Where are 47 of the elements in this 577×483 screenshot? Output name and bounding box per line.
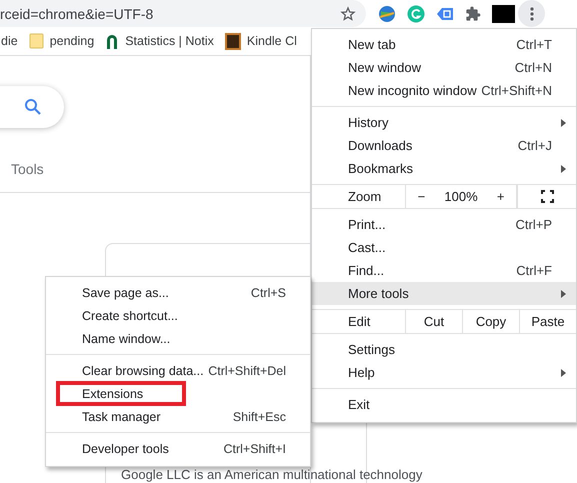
edit-button[interactable]: Paste	[519, 310, 576, 333]
submenu-item[interactable]: Create shortcut...	[46, 304, 310, 327]
menu-item[interactable]: Find... Ctrl+F	[312, 259, 576, 282]
edit-button[interactable]: Copy	[462, 310, 519, 333]
address-bar[interactable]: rceid=chrome&ie=UTF-8	[0, 0, 366, 27]
submenu-item[interactable]: Developer tools Ctrl+Shift+I	[46, 437, 310, 460]
bookmark[interactable]: die	[1, 34, 18, 48]
edit-button[interactable]: Cut	[405, 310, 462, 333]
tag-icon[interactable]	[436, 6, 454, 22]
zoom-label: Zoom	[347, 188, 382, 206]
submenu-item[interactable]: Clear browsing data... Ctrl+Shift+Del	[46, 359, 310, 382]
zoom-level: 100%	[444, 189, 478, 204]
zoom-in-button[interactable]: +	[492, 189, 508, 204]
book-tile-icon	[224, 32, 241, 50]
search-icon[interactable]	[24, 98, 42, 116]
edit-label: Edit	[347, 313, 372, 331]
submenu-item[interactable]: Save page as... Ctrl+S	[46, 281, 310, 304]
fullscreen-icon[interactable]	[540, 190, 554, 203]
menu-item[interactable]: Help	[312, 361, 576, 384]
menu-item[interactable]: New incognito window Ctrl+Shift+N	[312, 79, 576, 102]
menu-item[interactable]: Print... Ctrl+P	[312, 213, 576, 236]
result-snippet: Google LLC is an American multinational technology	[121, 467, 422, 482]
submenu-item[interactable]: Name window...	[46, 327, 310, 350]
submenu-item[interactable]: Task manager Shift+Esc	[46, 405, 310, 428]
bookmark[interactable]: Kindle Cl	[224, 32, 297, 50]
bookmark[interactable]: Statistics | Notix	[105, 32, 214, 50]
submenu-item[interactable]: Extensions	[58, 383, 184, 404]
puzzle-icon[interactable]	[465, 6, 481, 22]
tools-link[interactable]: Tools	[11, 161, 44, 177]
bookmark[interactable]: pending	[28, 33, 94, 49]
kebab-icon	[530, 6, 534, 20]
star-icon[interactable]	[340, 6, 356, 22]
zoom-out-button[interactable]: −	[414, 189, 430, 204]
menu-item[interactable]: Bookmarks	[312, 157, 576, 180]
globe-icon[interactable]	[378, 4, 396, 22]
menu-item[interactable]: Exit	[312, 393, 576, 416]
menu-item[interactable]: Cast...	[312, 236, 576, 259]
menu-item[interactable]: Settings	[312, 338, 576, 361]
folder-icon	[28, 33, 44, 49]
menu-item[interactable]: New window Ctrl+N	[312, 56, 576, 79]
menu-button[interactable]	[518, 0, 545, 27]
menu-item[interactable]: Downloads Ctrl+J	[312, 134, 576, 157]
menu-item[interactable]: More tools	[312, 282, 576, 305]
menu-item[interactable]: New tab Ctrl+T	[312, 33, 576, 56]
arch-logo-icon	[105, 32, 120, 50]
menu-item[interactable]: History	[312, 111, 576, 134]
profile-block[interactable]	[492, 4, 515, 22]
